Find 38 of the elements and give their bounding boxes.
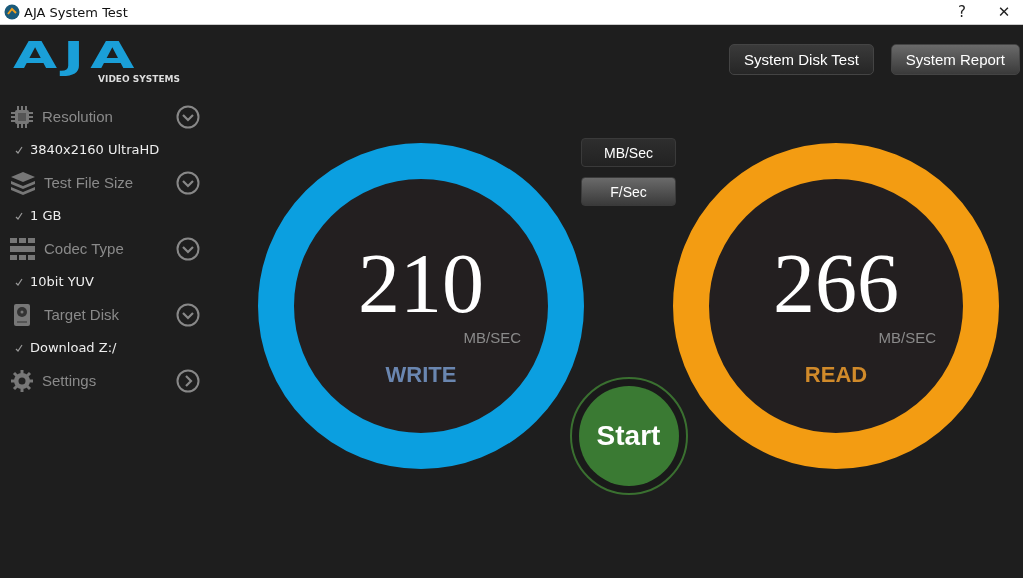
- selected-value: 1 GB: [30, 208, 62, 223]
- gauge-unit: MB/SEC: [878, 329, 936, 346]
- sidebar-label: Test File Size: [44, 174, 135, 191]
- chevron-right-icon[interactable]: [176, 368, 200, 393]
- gauge-value: 266: [773, 239, 899, 329]
- unit-toggle[interactable]: F/Sec: [581, 177, 676, 206]
- gauge-label: READ: [804, 362, 868, 388]
- chevron-down-icon[interactable]: [176, 170, 200, 195]
- selected-value: Download Z:/: [30, 340, 117, 355]
- close-button[interactable]: ✕: [989, 3, 1019, 21]
- start-button[interactable]: Start: [578, 386, 679, 486]
- gear-icon: [10, 368, 34, 393]
- check-icon: [15, 145, 23, 154]
- toolbar-button[interactable]: System Disk Test: [729, 44, 874, 75]
- check-icon: [15, 277, 23, 286]
- chevron-down-icon[interactable]: [176, 236, 200, 261]
- sidebar-label: Resolution: [42, 108, 114, 125]
- help-button[interactable]: ?: [947, 3, 977, 21]
- gauge-value: 210: [358, 239, 484, 329]
- sidebar-label: Settings: [42, 372, 98, 389]
- selected-value: 3840x2160 UltraHD: [30, 142, 160, 157]
- chevron-down-icon[interactable]: [176, 104, 200, 129]
- grid-icon: [10, 237, 36, 260]
- chevron-down-icon[interactable]: [176, 302, 200, 327]
- selected-value: 10bit YUV: [30, 274, 94, 289]
- chip-icon: [10, 104, 34, 129]
- app-icon: [4, 4, 20, 20]
- gauge-label: WRITE: [385, 362, 457, 388]
- sidebar-label: Codec Type: [44, 240, 125, 257]
- check-icon: [15, 343, 23, 352]
- unit-toggle[interactable]: MB/Sec: [581, 138, 676, 167]
- window-title: AJA System Test: [24, 4, 128, 20]
- stack-icon: [10, 170, 36, 195]
- sidebar-label: Target Disk: [44, 306, 121, 323]
- gauge-unit: MB/SEC: [463, 329, 521, 346]
- toolbar-button[interactable]: System Report: [890, 44, 1020, 75]
- check-icon: [15, 211, 23, 220]
- logo-tagline: VIDEO SYSTEMS: [98, 74, 180, 84]
